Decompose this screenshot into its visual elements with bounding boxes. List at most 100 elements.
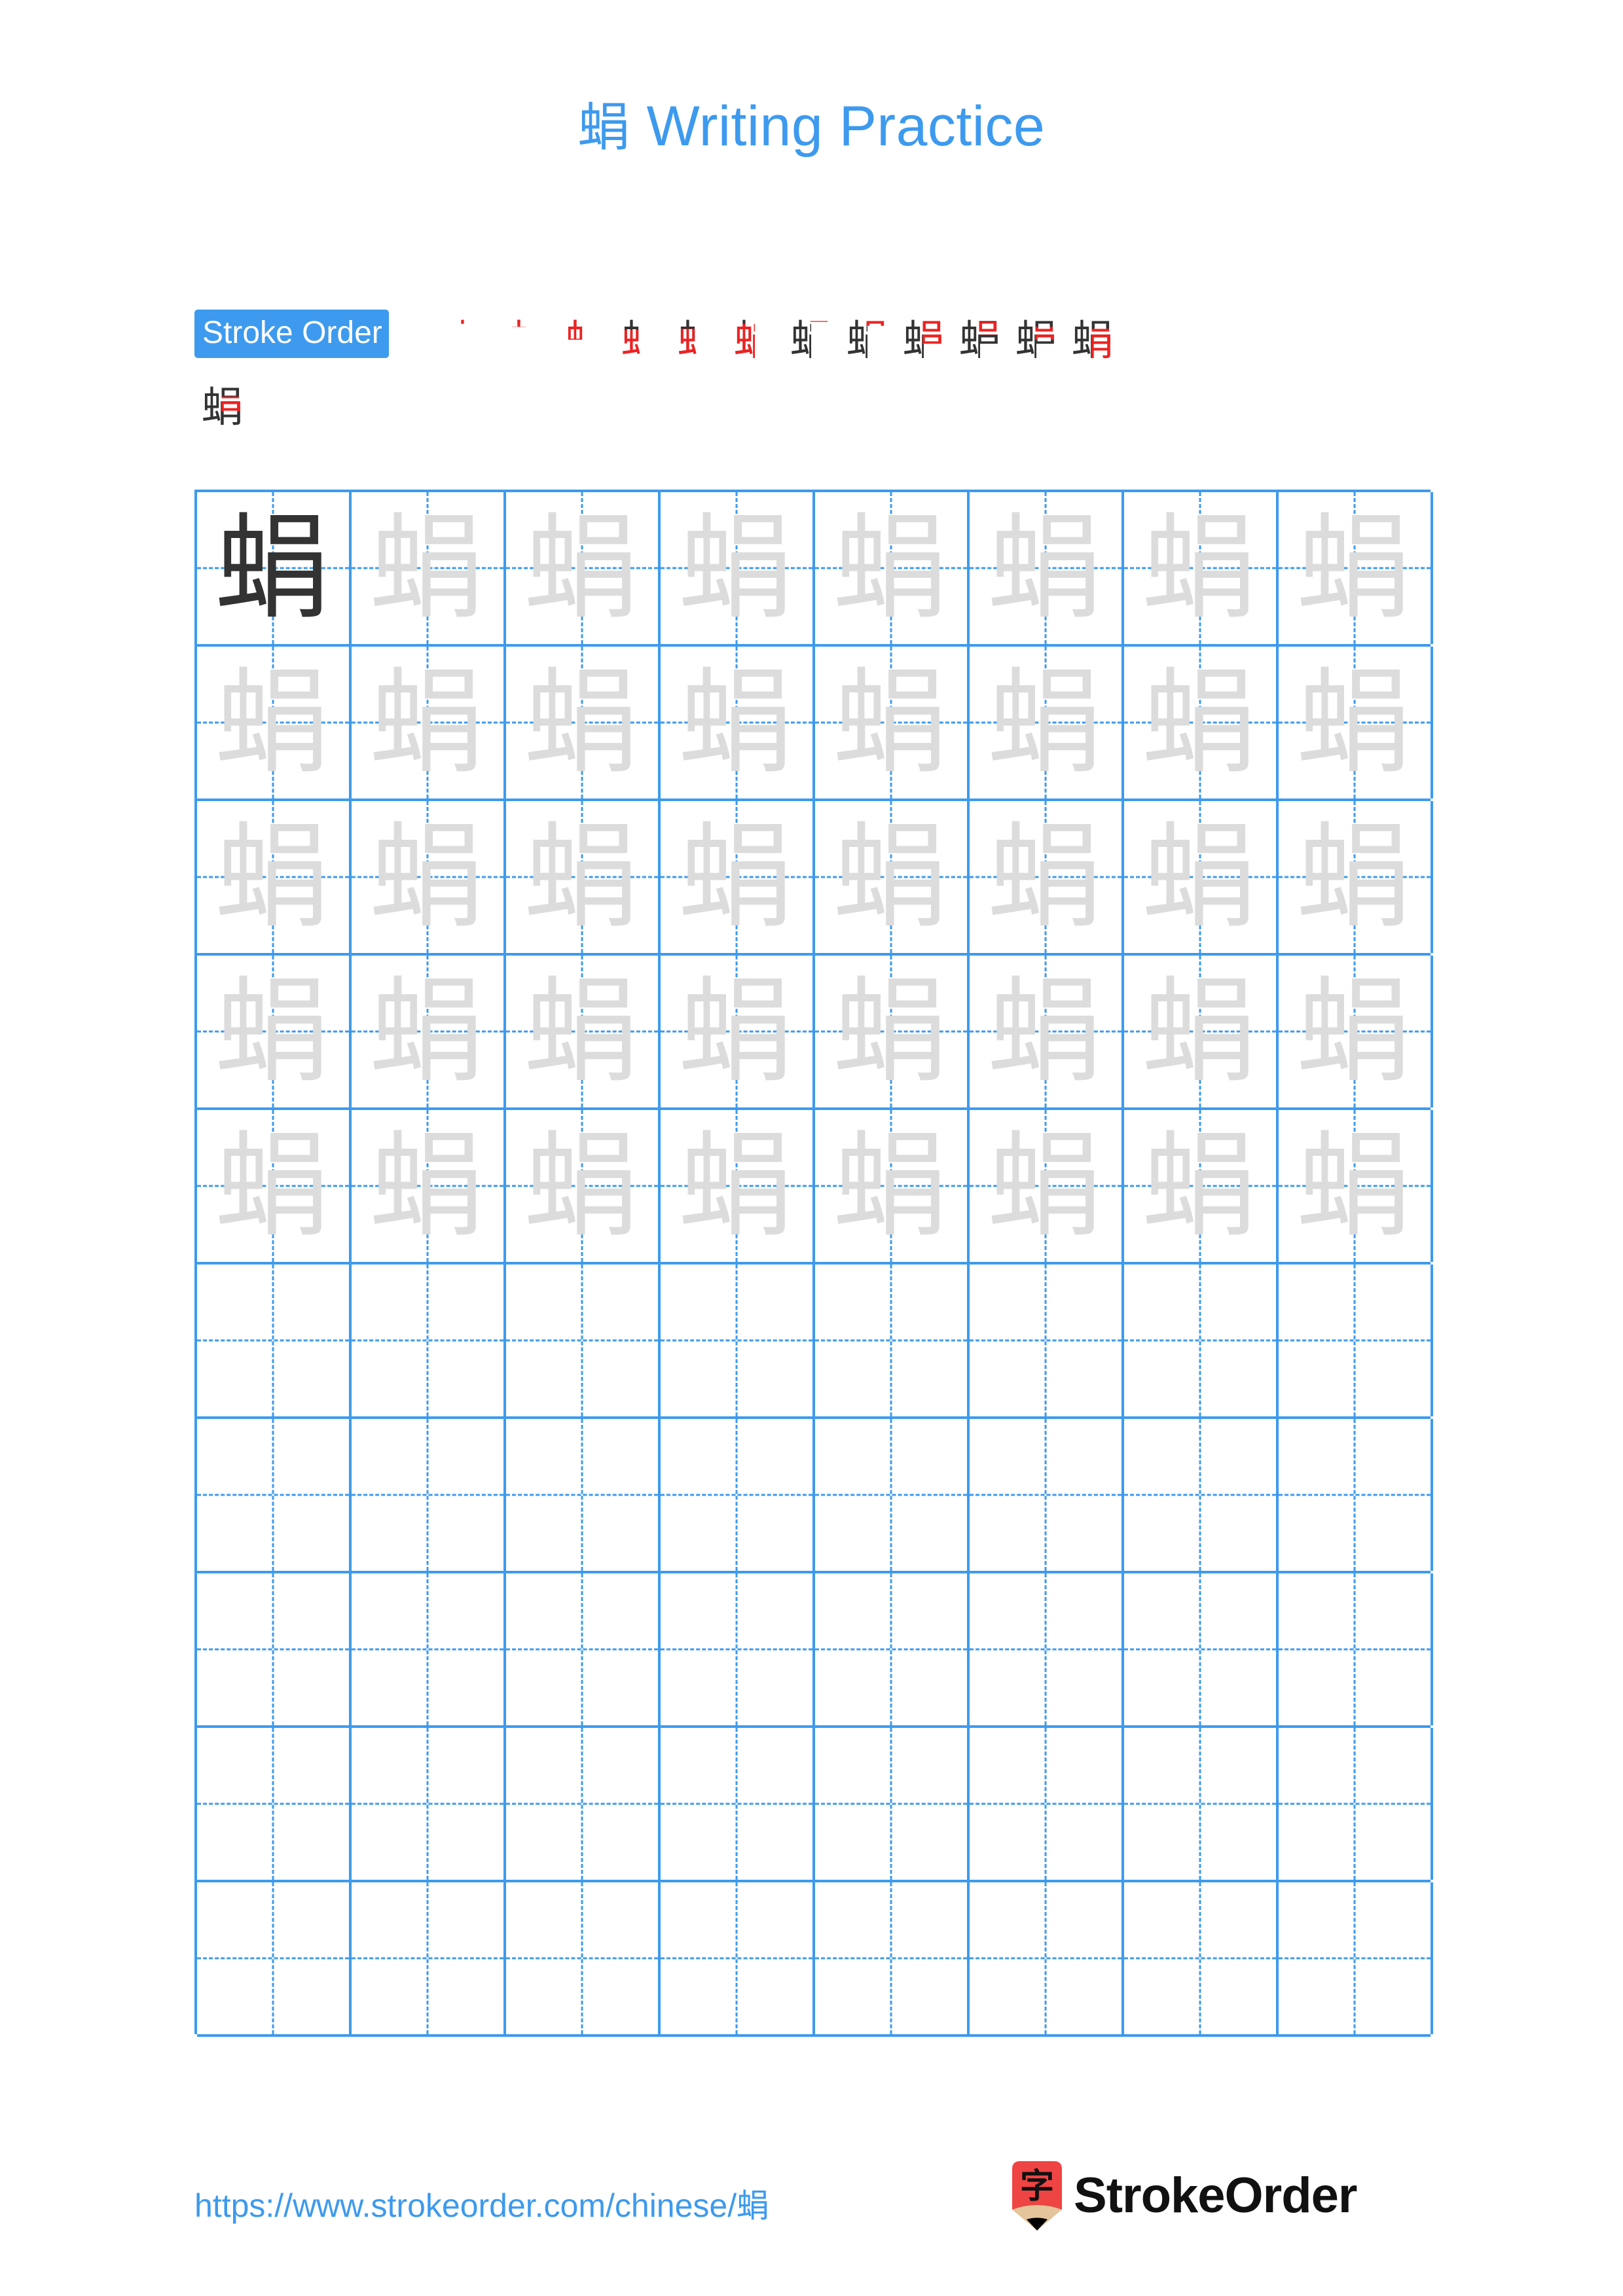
grid-cell[interactable] — [352, 1573, 506, 1725]
grid-cell[interactable] — [1124, 1882, 1279, 2034]
grid-cell[interactable] — [506, 1573, 661, 1725]
grid-cell[interactable]: 蜎 — [506, 801, 661, 953]
grid-cell[interactable]: 蜎 — [197, 647, 352, 798]
grid-cell[interactable] — [970, 1419, 1124, 1571]
grid-cell[interactable]: 蜎 — [661, 492, 815, 644]
traced-character: 蜎 — [369, 964, 485, 1098]
grid-cell[interactable] — [506, 1265, 661, 1416]
grid-cell[interactable]: 蜎 — [1279, 647, 1433, 798]
grid-cell[interactable]: 蜎 — [352, 1110, 506, 1262]
grid-cell[interactable]: 蜎 — [1279, 492, 1433, 644]
grid-cell[interactable] — [1279, 1265, 1433, 1416]
traced-character: 蜎 — [987, 655, 1103, 789]
grid-cell[interactable]: 蜎 — [352, 956, 506, 1107]
grid-cell[interactable]: 蜎 — [1124, 492, 1279, 644]
grid-cell[interactable] — [197, 1573, 352, 1725]
grid-cell[interactable] — [1124, 1573, 1279, 1725]
grid-cell[interactable] — [815, 1882, 970, 2034]
grid-cell[interactable] — [352, 1882, 506, 2034]
grid-cell[interactable] — [815, 1573, 970, 1725]
grid-cell[interactable]: 蜎 — [815, 647, 970, 798]
grid-cell[interactable] — [1279, 1419, 1433, 1571]
grid-cell[interactable] — [506, 1419, 661, 1571]
grid-cell[interactable]: 蜎 — [970, 492, 1124, 644]
grid-cell[interactable] — [661, 1573, 815, 1725]
stroke-step-14: 蜎蜎 — [194, 369, 251, 432]
grid-cell[interactable] — [1124, 1265, 1279, 1416]
grid-cell[interactable]: 蜎 — [661, 647, 815, 798]
grid-cell[interactable] — [1279, 1728, 1433, 1880]
grid-cell[interactable] — [661, 1265, 815, 1416]
grid-cell[interactable] — [970, 1265, 1124, 1416]
traced-character: 蜎 — [1296, 1119, 1412, 1253]
grid-cell[interactable]: 蜎 — [506, 1110, 661, 1262]
grid-cell[interactable]: 蜎 — [197, 1110, 352, 1262]
grid-cell[interactable]: 蜎 — [815, 1110, 970, 1262]
grid-cell[interactable] — [970, 1728, 1124, 1880]
grid-cell[interactable] — [197, 1882, 352, 2034]
grid-cell[interactable]: 蜎 — [1279, 956, 1433, 1107]
grid-cell[interactable]: 蜎 — [1279, 801, 1433, 953]
grid-cell[interactable]: 蜎 — [970, 647, 1124, 798]
traced-character: 蜎 — [1142, 964, 1258, 1098]
grid-cell[interactable]: 蜎 — [661, 956, 815, 1107]
grid-cell[interactable] — [352, 1728, 506, 1880]
grid-cell[interactable]: 蜎 — [1124, 801, 1279, 953]
grid-cell[interactable] — [661, 1419, 815, 1571]
traced-character: 蜎 — [987, 810, 1103, 944]
grid-cell[interactable]: 蜎 — [506, 956, 661, 1107]
traced-character: 蜎 — [369, 655, 485, 789]
grid-cell[interactable]: 蜎 — [197, 492, 352, 644]
grid-cell[interactable]: 蜎 — [506, 492, 661, 644]
grid-cell[interactable]: 蜎 — [815, 956, 970, 1107]
grid-cell[interactable] — [1124, 1728, 1279, 1880]
footer-url-link[interactable]: https://www.strokeorder.com/chinese/蜎 — [194, 2189, 769, 2222]
grid-cell[interactable]: 蜎 — [506, 647, 661, 798]
grid-cell[interactable] — [197, 1419, 352, 1571]
horizontal-guide-line — [506, 1957, 658, 1960]
grid-cell[interactable]: 蜎 — [197, 956, 352, 1107]
horizontal-guide-line — [815, 1803, 967, 1805]
grid-cell[interactable]: 蜎 — [970, 1110, 1124, 1262]
grid-cell[interactable] — [661, 1882, 815, 2034]
traced-character: 蜎 — [987, 964, 1103, 1098]
grid-cell[interactable] — [352, 1419, 506, 1571]
grid-cell[interactable]: 蜎 — [815, 492, 970, 644]
grid-cell[interactable]: 蜎 — [1124, 647, 1279, 798]
grid-cell[interactable] — [1124, 1419, 1279, 1571]
grid-cell[interactable] — [970, 1882, 1124, 2034]
grid-cell[interactable]: 蜎 — [1124, 956, 1279, 1107]
grid-cell[interactable] — [815, 1728, 970, 1880]
stroke-step-9: 蜎蜎 — [839, 302, 896, 365]
grid-cell[interactable]: 蜎 — [815, 801, 970, 953]
grid-cell[interactable] — [815, 1265, 970, 1416]
horizontal-guide-line — [1279, 1803, 1431, 1805]
traced-character: 蜎 — [524, 655, 640, 789]
traced-character: 蜎 — [369, 1119, 485, 1253]
grid-cell[interactable]: 蜎 — [661, 801, 815, 953]
grid-cell[interactable] — [506, 1728, 661, 1880]
grid-cell[interactable] — [661, 1728, 815, 1880]
grid-cell[interactable]: 蜎 — [352, 647, 506, 798]
svg-text:蜎: 蜎 — [565, 317, 607, 365]
grid-cell[interactable]: 蜎 — [1279, 1110, 1433, 1262]
traced-character: 蜎 — [1296, 810, 1412, 944]
grid-cell[interactable] — [506, 1882, 661, 2034]
traced-character: 蜎 — [1142, 501, 1258, 635]
grid-cell[interactable]: 蜎 — [1124, 1110, 1279, 1262]
grid-cell[interactable]: 蜎 — [970, 956, 1124, 1107]
grid-cell[interactable] — [197, 1728, 352, 1880]
grid-cell[interactable]: 蜎 — [352, 492, 506, 644]
grid-cell[interactable]: 蜎 — [197, 801, 352, 953]
grid-cell[interactable] — [1279, 1573, 1433, 1725]
grid-cell[interactable]: 蜎 — [970, 801, 1124, 953]
grid-cell[interactable]: 蜎 — [352, 801, 506, 953]
grid-cell[interactable] — [197, 1265, 352, 1416]
traced-character: 蜎 — [524, 1119, 640, 1253]
grid-cell[interactable]: 蜎 — [661, 1110, 815, 1262]
grid-cell[interactable] — [1279, 1882, 1433, 2034]
grid-cell[interactable] — [352, 1265, 506, 1416]
grid-cell[interactable] — [970, 1573, 1124, 1725]
horizontal-guide-line — [197, 1648, 349, 1651]
grid-cell[interactable] — [815, 1419, 970, 1571]
